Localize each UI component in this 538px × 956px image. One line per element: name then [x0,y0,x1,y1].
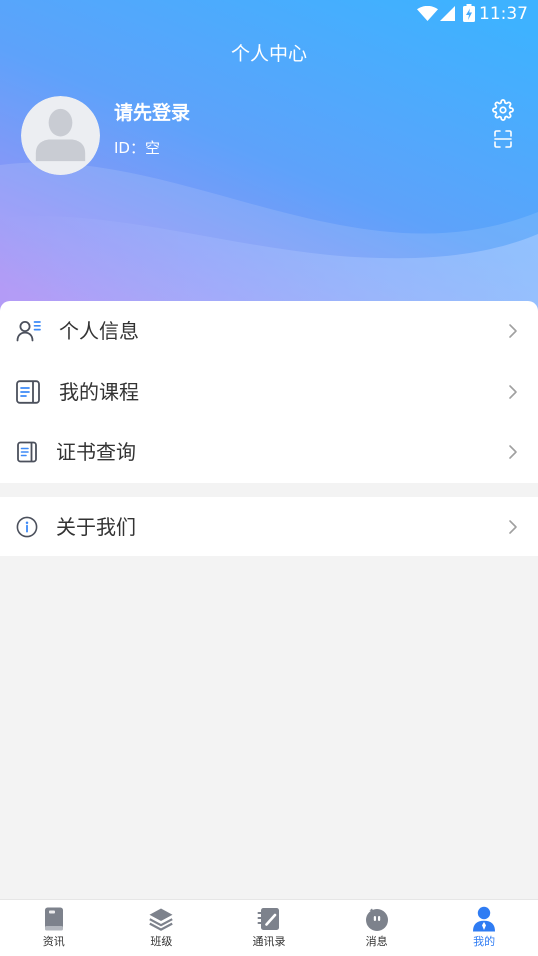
menu-item-certificate-query[interactable]: 证书查询 [0,422,538,482]
login-prompt[interactable]: 请先登录 [114,100,190,126]
chevron-right-icon [509,520,517,534]
course-book-icon [16,380,40,404]
settings-gear-icon[interactable] [492,99,514,121]
tab-label: 资讯 [42,935,65,948]
chevron-right-icon [509,385,517,399]
user-info-icon [16,321,41,342]
tab-label: 消息 [365,935,388,948]
menu-item-label: 关于我们 [56,515,136,539]
bottom-tab-bar: 资讯 班级 通讯录 消息 我的 [0,899,538,956]
chevron-right-icon [509,324,517,338]
info-icon [16,516,38,538]
page-title: 个人中心 [230,43,307,65]
tab-label: 通讯录 [252,935,286,948]
menu-item-personal-info[interactable]: 个人信息 [0,301,538,361]
signal-icon [440,6,455,21]
message-icon [365,908,388,931]
tab-messages[interactable]: 消息 [323,900,431,956]
menu-item-my-courses[interactable]: 我的课程 [0,362,538,422]
tab-contacts[interactable]: 通讯录 [215,900,323,956]
tab-news[interactable]: 资讯 [0,900,108,956]
avatar[interactable] [21,96,100,175]
default-avatar-icon [21,96,100,175]
menu-card-primary: 个人信息 我的课程 证书查询 [0,301,538,483]
tab-mine[interactable]: 我的 [430,900,538,956]
menu-item-label: 我的课程 [59,380,139,404]
tab-class[interactable]: 班级 [108,900,216,956]
menu-item-label: 证书查询 [56,440,136,464]
contacts-notebook-icon [257,908,279,930]
tab-label: 班级 [150,935,173,948]
news-icon [44,907,63,931]
status-bar: 11:37 [0,0,538,28]
wifi-icon [417,6,438,21]
tab-label: 我的 [473,935,496,948]
battery-charging-icon [463,4,475,22]
status-time: 11:37 [479,4,528,24]
profile-person-icon [473,906,496,932]
scan-icon[interactable] [494,130,512,148]
certificate-icon [17,441,37,463]
class-layers-icon [149,908,174,931]
menu-item-about-us[interactable]: 关于我们 [0,497,538,557]
chevron-right-icon [509,445,517,459]
menu-card-secondary: 关于我们 [0,497,538,556]
user-id-text: ID：空 [114,139,160,157]
menu-item-label: 个人信息 [59,319,139,343]
